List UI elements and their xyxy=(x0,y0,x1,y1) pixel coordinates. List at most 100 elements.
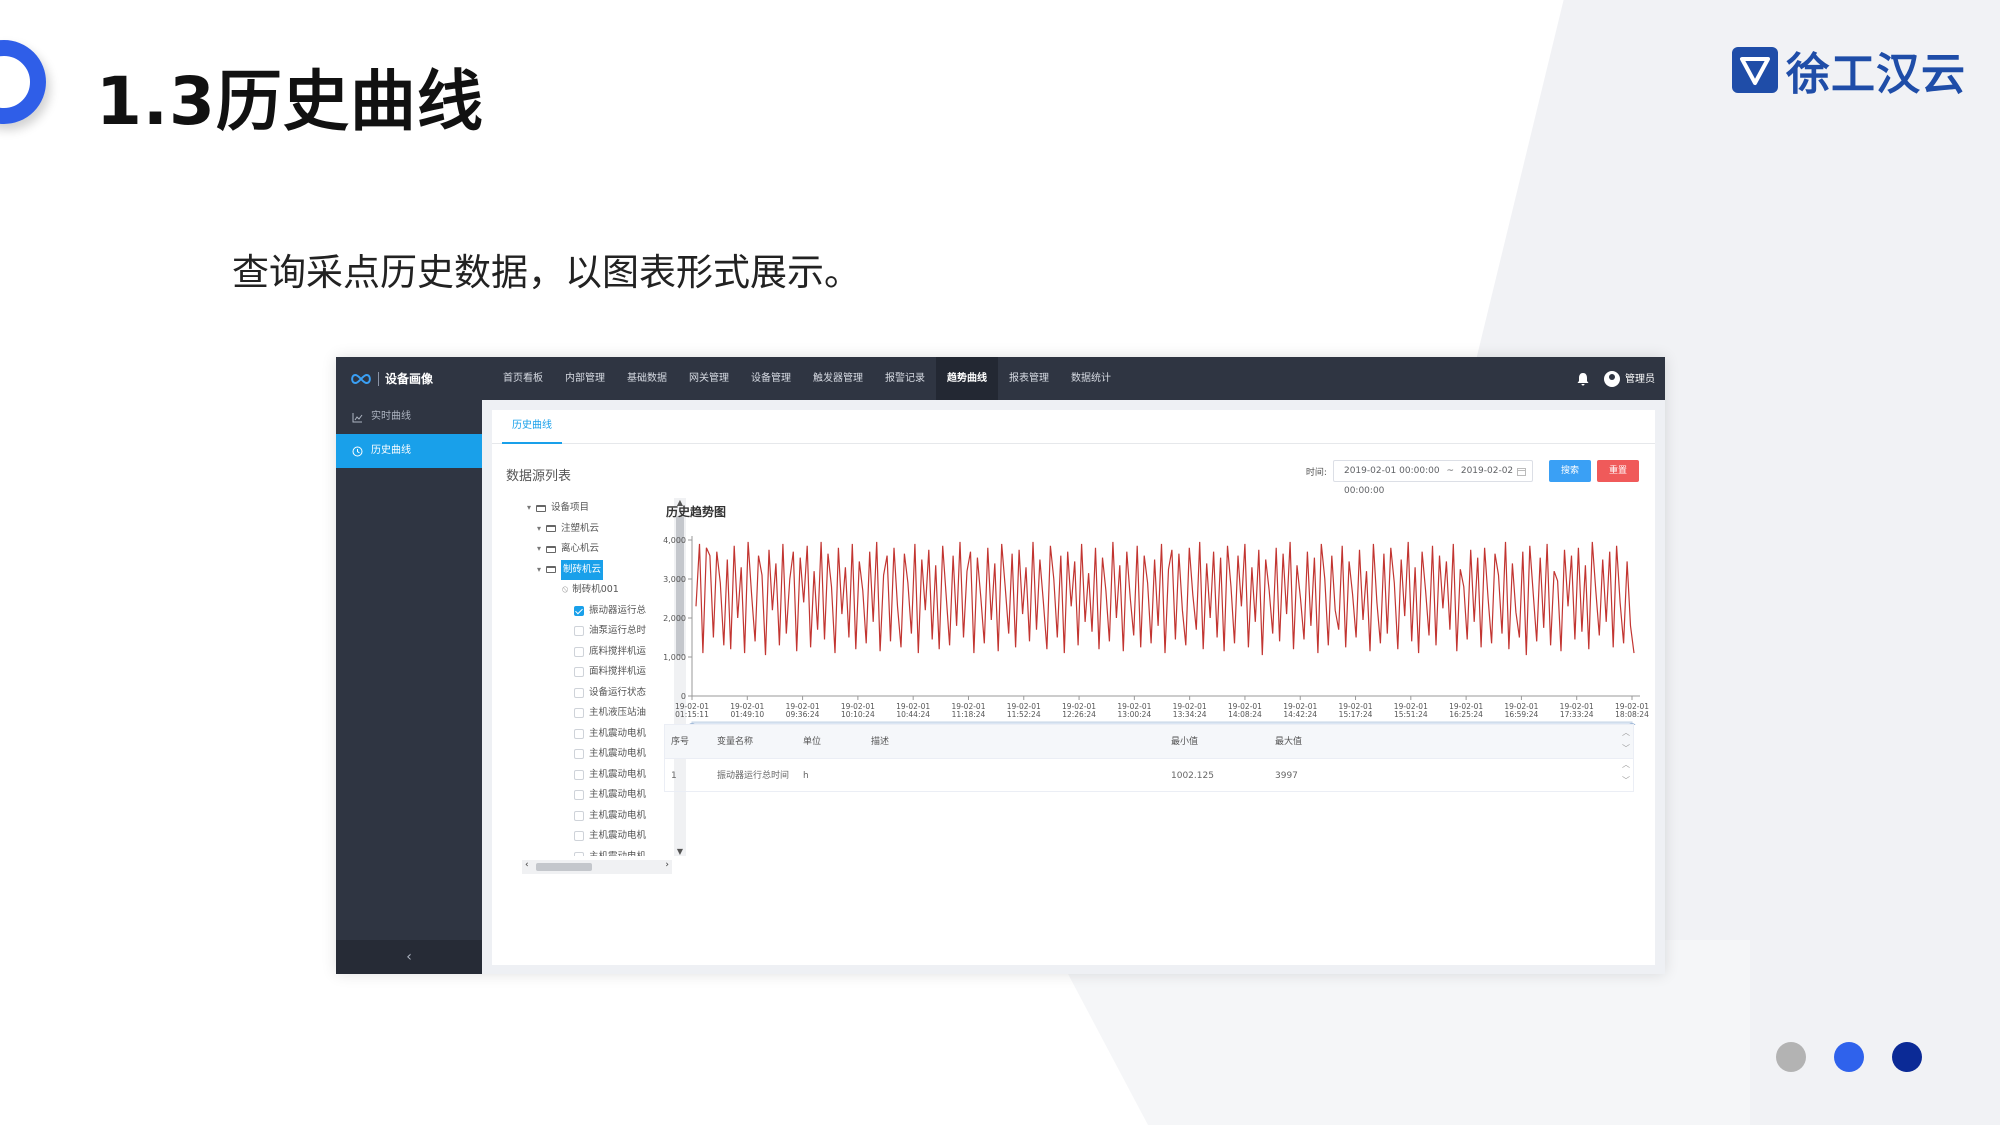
tree-node-label: 注塑机云 xyxy=(561,522,600,534)
user-menu[interactable]: 管理员 xyxy=(1604,370,1655,387)
dot-1 xyxy=(1776,1042,1806,1072)
search-button[interactable]: 搜索 xyxy=(1548,460,1591,482)
table-row[interactable]: 1 振动器运行总时间 h 1002.125 3997 xyxy=(665,759,1633,793)
date-start: 2019-02-01 00:00:00 xyxy=(1343,466,1440,476)
tree-node[interactable]: ▾ 离心机云 xyxy=(522,539,672,560)
table-scrollbar[interactable]: ︿ ﹀ ︿ ﹀ xyxy=(1619,725,1633,791)
tab-history-curve[interactable]: 历史曲线 xyxy=(502,410,562,444)
tree-node-label: 面料搅拌机运 xyxy=(589,666,647,677)
nav-item[interactable]: 趋势曲线 xyxy=(936,357,998,400)
sidebar: 实时曲线 历史曲线 ‹ xyxy=(336,400,482,974)
checkbox[interactable] xyxy=(574,605,584,616)
nav-item[interactable]: 触发器管理 xyxy=(802,357,874,400)
bell-icon[interactable] xyxy=(1576,372,1590,386)
date-range-picker[interactable]: 2019-02-01 00:00:00 ~ 2019-02-02 00:00:0… xyxy=(1332,460,1533,496)
pagination-dots xyxy=(1776,1042,1922,1072)
navbar-right: 管理员 xyxy=(1576,357,1655,400)
nav-item[interactable]: 网关管理 xyxy=(678,357,740,400)
sidebar-collapse-button[interactable]: ‹ xyxy=(336,940,482,974)
tree-node-label: 油泵运行总时 xyxy=(589,625,647,636)
tree-node[interactable]: 主机震动电机 xyxy=(522,765,672,786)
tree-node-label: 振动器运行总 xyxy=(589,604,647,616)
checkbox[interactable] xyxy=(574,667,584,678)
tree-node[interactable]: ▾ 设备项目 xyxy=(522,498,672,519)
checkbox[interactable] xyxy=(574,769,584,780)
data-source-title: 数据源列表 xyxy=(506,469,572,484)
expand-caret-icon[interactable]: ▾ xyxy=(532,560,546,581)
tree-node-label: 主机液压站油 xyxy=(589,707,647,718)
corner-ring-decoration xyxy=(0,40,46,124)
tree-node[interactable]: 面料搅拌机运 xyxy=(522,662,672,683)
history-trend-chart: 4,0003,0002,0001,000019-02-0101:15:1119-… xyxy=(663,536,1649,725)
x-tick-label: 12:26:24 xyxy=(1062,710,1096,719)
checkbox[interactable] xyxy=(574,810,584,821)
tree-node-label: 主机震动电机 xyxy=(589,748,647,759)
checkbox[interactable] xyxy=(574,687,584,698)
table-header-cell: 变量名称 xyxy=(717,737,754,747)
table-header-cell: 描述 xyxy=(871,737,890,747)
tree-node[interactable]: 主机震动电机 xyxy=(522,847,672,856)
statistics-table: 序号 变量名称 单位 描述 最小值 最大值 1 振动器运行总时间 h 1002.125 3997 … xyxy=(664,724,1634,792)
checkbox[interactable] xyxy=(574,749,584,760)
checkbox[interactable] xyxy=(574,646,584,657)
nav-item[interactable]: 报表管理 xyxy=(998,357,1060,400)
x-tick-label: 10:10:24 xyxy=(841,710,875,719)
tree-node[interactable]: ▾ 制砖机云 xyxy=(522,559,672,581)
scroll-left-icon[interactable]: ‹ xyxy=(525,860,529,870)
app-brand[interactable]: 设备画像 xyxy=(336,370,492,387)
table-header-cell: 最大值 xyxy=(1275,737,1303,747)
tree-hscroll-thumb[interactable] xyxy=(536,863,592,871)
date-separator: ~ xyxy=(1446,466,1454,476)
main-nav: 首页看板 内部管理 基础数据 网关管理 设备管理 触发器管理 报警记录 趋势曲线 报表管理 数据统… xyxy=(492,357,1122,400)
checkbox[interactable] xyxy=(574,626,584,637)
tree-node[interactable]: ▾ 注塑机云 xyxy=(522,519,672,540)
nav-item[interactable]: 首页看板 xyxy=(492,357,554,400)
tree-node[interactable]: ⦸ 制砖机001 xyxy=(522,580,672,601)
slide-title: 1.3历史曲线 xyxy=(96,63,484,140)
checkbox[interactable] xyxy=(574,851,584,856)
device-status-icon: ⦸ xyxy=(562,584,569,595)
tree-node[interactable]: 油泵运行总时 xyxy=(522,621,672,642)
y-tick-label: 1,000 xyxy=(663,653,686,662)
tree-node[interactable]: 主机震动电机 xyxy=(522,744,672,765)
tree-node[interactable]: 主机震动电机 xyxy=(522,724,672,745)
table-cell xyxy=(865,759,1165,793)
tree-node[interactable]: 主机液压站油 xyxy=(522,703,672,724)
y-tick-label: 0 xyxy=(681,692,686,701)
reset-button[interactable]: 重置 xyxy=(1596,460,1639,482)
scroll-right-icon[interactable]: › xyxy=(665,860,669,870)
nav-item[interactable]: 数据统计 xyxy=(1060,357,1122,400)
sidebar-item-history[interactable]: 历史曲线 xyxy=(336,434,482,468)
expand-caret-icon[interactable]: ▾ xyxy=(532,539,546,560)
y-tick-label: 2,000 xyxy=(663,614,686,623)
calendar-icon xyxy=(1516,468,1526,476)
checkbox[interactable] xyxy=(574,831,584,842)
tree-node[interactable]: 振动器运行总 xyxy=(522,601,672,622)
tree-node[interactable]: 设备运行状态 xyxy=(522,683,672,704)
expand-caret-icon[interactable]: ▾ xyxy=(532,519,546,540)
time-filter: 时间: 2019-02-01 00:00:00 ~ 2019-02-02 00:… xyxy=(1306,460,1639,496)
checkbox[interactable] xyxy=(574,728,584,739)
x-tick-label: 13:34:24 xyxy=(1173,710,1207,719)
tree-node[interactable]: 底料搅拌机运 xyxy=(522,642,672,663)
tree-node[interactable]: 主机震动电机 xyxy=(522,785,672,806)
brand-logo: 徐工汉云 xyxy=(1732,38,1966,102)
nav-item[interactable]: 报警记录 xyxy=(874,357,936,400)
scroll-down-icon[interactable]: ▼ xyxy=(674,847,686,856)
logo-shield-icon xyxy=(1732,47,1778,93)
tree-node[interactable]: 主机震动电机 xyxy=(522,806,672,827)
tree-node[interactable]: 主机震动电机 xyxy=(522,826,672,847)
x-tick-label: 09:36:24 xyxy=(786,710,820,719)
sidebar-item-realtime[interactable]: 实时曲线 xyxy=(336,400,482,434)
nav-item[interactable]: 内部管理 xyxy=(554,357,616,400)
checkbox[interactable] xyxy=(574,790,584,801)
chart-title: 历史趋势图 xyxy=(666,505,727,519)
nav-item[interactable]: 基础数据 xyxy=(616,357,678,400)
tree-horizontal-scrollbar[interactable]: ‹ › xyxy=(522,860,672,874)
x-tick-label: 17:33:24 xyxy=(1560,710,1594,719)
expand-caret-icon[interactable]: ▾ xyxy=(522,498,536,519)
checkbox[interactable] xyxy=(574,708,584,719)
tree-node-label: 制砖机001 xyxy=(572,584,619,595)
nav-item[interactable]: 设备管理 xyxy=(740,357,802,400)
line-chart-icon xyxy=(352,412,363,422)
